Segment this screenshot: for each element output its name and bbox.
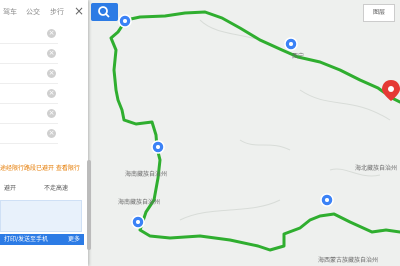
print-send-button[interactable]: 打印/发送至手机 <box>4 234 48 245</box>
no-highway-option[interactable]: 不走高速 <box>44 183 68 192</box>
map-label-4: 海南藏族自治州 <box>118 198 160 206</box>
remove-waypoint-icon[interactable]: × <box>47 69 56 78</box>
map-label-1: 西宁 <box>292 52 304 60</box>
restriction-warning[interactable]: 途经限行路段已避开 查看限行 <box>0 162 88 176</box>
route-panel: 驾车 公交 步行 × × × × × × × 途经限行路段已避开 查看限行 避开… <box>0 0 88 266</box>
remove-waypoint-icon[interactable]: × <box>47 109 56 118</box>
waypoint-marker-3[interactable] <box>151 140 165 154</box>
layer-toggle-button[interactable]: 图层 <box>363 4 395 22</box>
waypoint-row-5[interactable]: × <box>0 104 58 124</box>
remove-waypoint-icon[interactable]: × <box>47 29 56 38</box>
map-label-5: 海西蒙古族藏族自治州 <box>318 256 378 264</box>
waypoint-marker-1[interactable] <box>118 14 132 28</box>
map-label-3: 海南藏族自治州 <box>125 170 167 178</box>
remove-waypoint-icon[interactable]: × <box>47 49 56 58</box>
remove-waypoint-icon[interactable]: × <box>47 89 56 98</box>
more-button[interactable]: 更多 <box>68 234 80 245</box>
search-button[interactable] <box>91 3 118 21</box>
route-card[interactable] <box>0 200 82 232</box>
search-icon <box>98 6 110 18</box>
waypoint-row-4[interactable]: × <box>0 84 58 104</box>
route-action-bar[interactable]: 打印/发送至手机 更多 <box>0 234 84 245</box>
avoid-option[interactable]: 避开 <box>4 183 16 192</box>
remove-waypoint-icon[interactable]: × <box>47 129 56 138</box>
close-icon[interactable]: × <box>74 5 84 17</box>
waypoint-marker-4[interactable] <box>131 215 145 229</box>
tab-drive[interactable]: 驾车 <box>3 7 17 17</box>
waypoint-row-2[interactable]: × <box>0 44 58 64</box>
waypoint-marker-2[interactable] <box>284 37 298 51</box>
tab-walk[interactable]: 步行 <box>50 7 64 17</box>
waypoint-row-6[interactable]: × <box>0 124 58 144</box>
scrollbar[interactable] <box>87 160 91 250</box>
waypoint-row-3[interactable]: × <box>0 64 58 84</box>
tab-bus[interactable]: 公交 <box>26 7 40 17</box>
waypoint-row-1[interactable]: × <box>0 24 58 44</box>
map-label-2: 海北藏族自治州 <box>355 164 397 172</box>
waypoint-marker-5[interactable] <box>320 193 334 207</box>
mode-tabs: 驾车 公交 步行 × <box>0 2 88 24</box>
